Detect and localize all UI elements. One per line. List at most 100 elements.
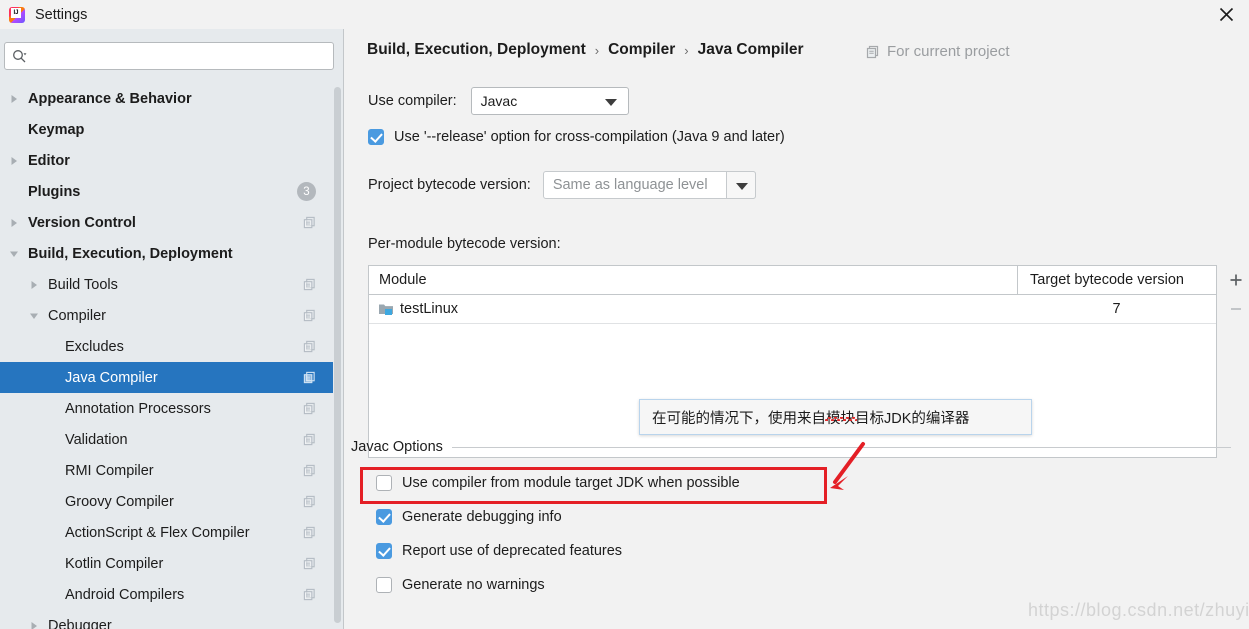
intellij-idea-icon <box>9 6 25 23</box>
sidebar-item-badge: 3 <box>297 182 316 201</box>
table-header-row: Module Target bytecode version <box>369 266 1216 295</box>
search-field-wrapper <box>4 42 334 70</box>
sidebar-item-label: Annotation Processors <box>65 400 211 417</box>
sidebar-item-label: Build Tools <box>48 276 118 293</box>
sidebar-item-label: Editor <box>28 152 70 169</box>
use-module-jdk-compiler-row[interactable]: Use compiler from module target JDK when… <box>376 475 740 491</box>
table-cell-target-version[interactable]: 7 <box>1018 301 1215 317</box>
chevron-right-icon[interactable] <box>8 217 20 229</box>
sidebar-item-build-tools[interactable]: Build Tools <box>0 269 336 300</box>
project-scope-icon <box>303 588 316 601</box>
table-row[interactable]: testLinux 7 <box>369 295 1216 324</box>
chevron-down-icon[interactable] <box>8 248 20 260</box>
sidebar-item-label: Excludes <box>65 338 124 355</box>
project-scope-icon <box>303 309 316 322</box>
generate-no-warnings-checkbox[interactable] <box>376 577 392 593</box>
sidebar-item-validation[interactable]: Validation <box>0 424 336 455</box>
tooltip-text: 在可能的情况下，使用来自模块目标JDK的编译器 <box>652 410 970 427</box>
search-input[interactable] <box>31 43 329 69</box>
title-bar: Settings <box>0 0 1249 29</box>
breadcrumb-item-2[interactable]: Java Compiler <box>698 41 804 59</box>
use-module-jdk-compiler-label: Use compiler from module target JDK when… <box>402 475 740 491</box>
breadcrumb-separator: › <box>684 42 689 58</box>
section-divider <box>451 446 1231 448</box>
report-deprecated-checkbox[interactable] <box>376 543 392 559</box>
project-scope-icon <box>303 464 316 477</box>
project-scope-icon <box>303 371 316 384</box>
sidebar-item-compiler[interactable]: Compiler <box>0 300 336 331</box>
generate-debugging-info-checkbox[interactable] <box>376 509 392 525</box>
for-current-project-label: For current project <box>866 43 1010 60</box>
settings-main-panel: Build, Execution, Deployment › Compiler › Ja… <box>345 29 1249 629</box>
sidebar-item-editor[interactable]: Editor <box>0 145 336 176</box>
settings-sidebar: Appearance & Behavior Keymap Editor Plugins… <box>0 29 344 629</box>
translation-tooltip: 在可能的情况下，使用来自模块目标JDK的编译器 <box>639 399 1032 435</box>
sidebar-item-kotlin-compiler[interactable]: Kotlin Compiler <box>0 548 336 579</box>
table-cell-module: testLinux <box>400 301 459 317</box>
sidebar-item-label: Groovy Compiler <box>65 493 174 510</box>
project-bytecode-combo[interactable]: Same as language level <box>542 171 756 199</box>
sidebar-item-keymap[interactable]: Keymap <box>0 114 336 145</box>
use-compiler-value: Javac <box>480 93 518 109</box>
project-scope-icon <box>303 278 316 291</box>
chevron-right-icon[interactable] <box>8 93 20 105</box>
use-compiler-label: Use compiler: <box>368 93 457 109</box>
sidebar-item-label: Debugger <box>48 617 112 629</box>
sidebar-item-plugins[interactable]: Plugins 3 <box>0 176 336 207</box>
sidebar-scrollbar[interactable] <box>333 87 342 628</box>
column-header-target-bytecode[interactable]: Target bytecode version <box>1030 272 1184 288</box>
generate-no-warnings-label: Generate no warnings <box>402 577 545 593</box>
chevron-down-icon <box>735 183 748 190</box>
sidebar-item-label: Plugins <box>28 183 81 200</box>
sidebar-item-actionscript-flex-compiler[interactable]: ActionScript & Flex Compiler <box>0 517 336 548</box>
chevron-right-icon[interactable] <box>8 155 20 167</box>
sidebar-scrollbar-thumb[interactable] <box>334 87 341 623</box>
search-icon <box>13 50 27 63</box>
use-compiler-row: Use compiler: Javac <box>368 87 629 115</box>
minus-icon <box>1231 308 1241 310</box>
chevron-right-icon[interactable] <box>28 279 40 291</box>
sidebar-item-label: Java Compiler <box>65 369 158 386</box>
report-deprecated-label: Report use of deprecated features <box>402 543 623 559</box>
sidebar-item-groovy-compiler[interactable]: Groovy Compiler <box>0 486 336 517</box>
report-deprecated-row[interactable]: Report use of deprecated features <box>376 543 622 559</box>
breadcrumb-item-1[interactable]: Compiler <box>608 41 675 59</box>
window-title: Settings <box>35 6 88 23</box>
chevron-down-icon[interactable] <box>28 310 40 322</box>
release-option-checkbox-row[interactable]: Use '--release' option for cross-compila… <box>368 129 785 145</box>
project-scope-icon <box>303 216 316 229</box>
project-scope-icon <box>303 557 316 570</box>
sidebar-item-debugger[interactable]: Debugger <box>0 610 336 629</box>
generate-debugging-info-row[interactable]: Generate debugging info <box>376 509 562 525</box>
sidebar-item-build-execution-deployment[interactable]: Build, Execution, Deployment <box>0 238 336 269</box>
sidebar-item-android-compilers[interactable]: Android Compilers <box>0 579 336 610</box>
chevron-right-icon[interactable] <box>28 620 40 629</box>
project-bytecode-dropdown-button[interactable] <box>725 171 756 199</box>
chevron-down-icon <box>604 99 617 106</box>
module-folder-icon <box>379 304 393 315</box>
close-button[interactable] <box>1203 0 1249 29</box>
search-box[interactable] <box>4 42 334 70</box>
remove-module-button[interactable] <box>1225 298 1247 320</box>
release-option-checkbox[interactable] <box>368 129 384 145</box>
sidebar-item-appearance-behavior[interactable]: Appearance & Behavior <box>0 83 336 114</box>
sidebar-item-rmi-compiler[interactable]: RMI Compiler <box>0 455 336 486</box>
generate-no-warnings-row[interactable]: Generate no warnings <box>376 577 545 593</box>
sidebar-item-label: RMI Compiler <box>65 462 154 479</box>
column-header-module[interactable]: Module <box>379 272 427 288</box>
per-module-label: Per-module bytecode version: <box>368 236 561 252</box>
sidebar-item-java-compiler[interactable]: Java Compiler <box>0 362 336 393</box>
sidebar-item-label: Appearance & Behavior <box>28 90 192 107</box>
project-scope-icon <box>303 495 316 508</box>
add-module-button[interactable] <box>1225 269 1247 291</box>
column-divider[interactable] <box>1017 266 1018 295</box>
use-compiler-dropdown[interactable]: Javac <box>470 87 629 115</box>
project-scope-icon <box>866 45 879 58</box>
sidebar-item-version-control[interactable]: Version Control <box>0 207 336 238</box>
sidebar-item-annotation-processors[interactable]: Annotation Processors <box>0 393 336 424</box>
use-module-jdk-compiler-checkbox[interactable] <box>376 475 392 491</box>
sidebar-item-label: Compiler <box>48 307 107 324</box>
breadcrumb-item-0[interactable]: Build, Execution, Deployment <box>367 41 586 59</box>
table-side-buttons <box>1223 265 1249 458</box>
sidebar-item-excludes[interactable]: Excludes <box>0 331 336 362</box>
